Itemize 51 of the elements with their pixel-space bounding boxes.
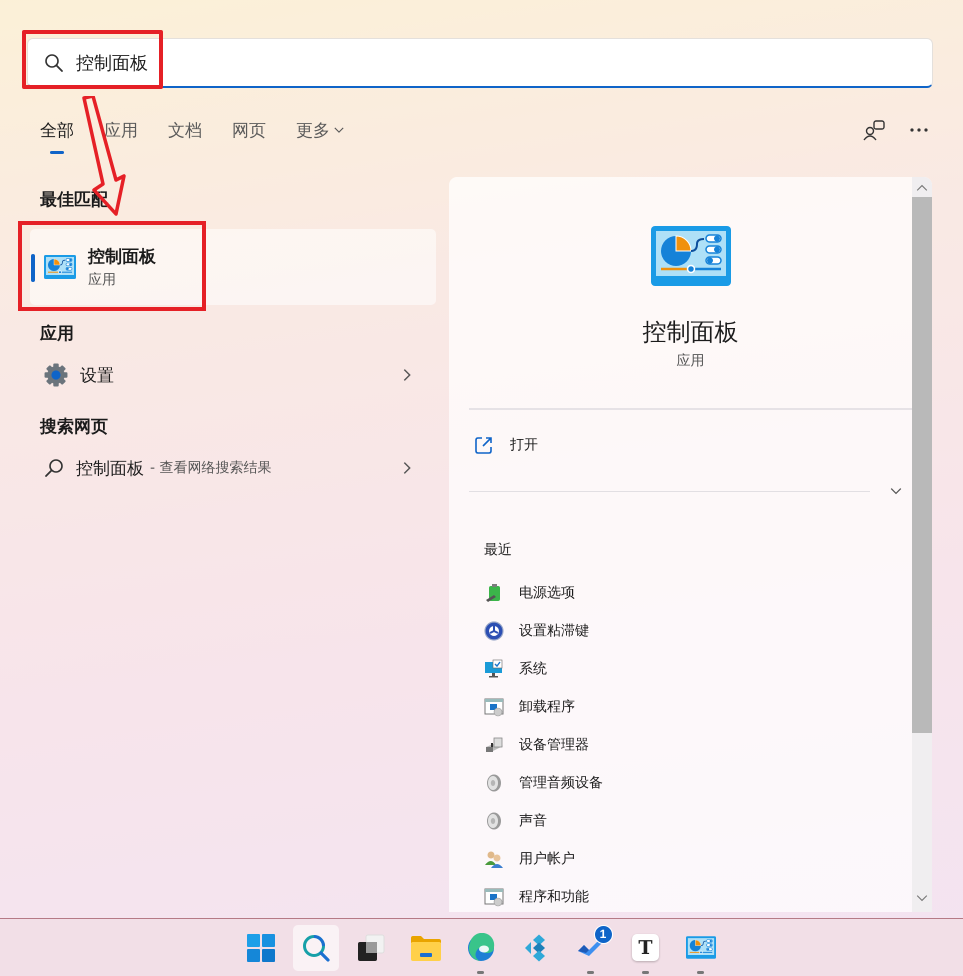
filter-tab[interactable]: 全部 (40, 108, 74, 152)
filter-tab[interactable]: 网页 (232, 108, 266, 152)
recent-item[interactable]: 程序和功能 (449, 878, 912, 912)
settings-icon (44, 363, 68, 387)
result-type: 应用 (88, 271, 117, 289)
filter-tab[interactable]: 文档 (168, 108, 202, 152)
speaker-icon (484, 811, 504, 831)
open-action[interactable]: 打开 (475, 425, 912, 465)
search-icon (300, 932, 330, 962)
open-external-icon (475, 436, 493, 454)
speaker-icon (484, 773, 504, 793)
control-panel-icon (44, 255, 76, 279)
monitor-icon (484, 659, 504, 679)
recent-item[interactable]: 设备管理器 (449, 726, 912, 764)
recent-item[interactable]: 设置粘滞键 (449, 612, 912, 650)
accessibility-icon (484, 621, 504, 641)
taskbar-button[interactable]: T (622, 924, 668, 970)
program-window-icon (484, 887, 504, 907)
recent-item[interactable]: 管理音频设备 (449, 764, 912, 802)
windows-logo-icon (246, 932, 276, 962)
search-field[interactable]: 控制面板 (27, 38, 933, 88)
program-window-icon (484, 697, 504, 717)
app-type: 应用 (676, 352, 704, 371)
browser-wave-icon (466, 932, 496, 962)
search-icon (44, 52, 64, 72)
recent-item[interactable]: 系统 (449, 650, 912, 688)
selection-indicator (31, 254, 35, 282)
section-heading: 应用 (38, 323, 75, 346)
web-search-result[interactable]: 控制面板 - 查看网络搜索结果 (30, 446, 436, 490)
recent-item[interactable]: 用户帐户 (449, 840, 912, 878)
filter-tab[interactable]: 应用 (104, 108, 138, 152)
section-heading: 搜索网页 (38, 416, 109, 439)
best-match-result[interactable]: 控制面板 应用 (30, 229, 436, 305)
recent-item[interactable]: 卸载程序 (449, 688, 912, 726)
filter-tab[interactable]: 更多 (296, 108, 346, 152)
taskbar-button[interactable]: 1 (568, 924, 614, 970)
recent-item[interactable]: 电源选项 (449, 574, 912, 612)
control-panel-icon (650, 226, 730, 286)
section-heading: 最近 (484, 541, 513, 560)
text-editor-icon: T (632, 934, 659, 961)
notification-badge: 1 (594, 924, 612, 944)
scrollbar[interactable] (912, 177, 932, 912)
search-icon (44, 458, 64, 478)
task-view-icon (356, 932, 386, 962)
recent-item[interactable]: 声音 (449, 802, 912, 840)
result-title: 控制面板 (88, 246, 156, 268)
app-result[interactable]: 设置 (30, 353, 436, 397)
app-title: 控制面板 (642, 317, 738, 348)
users-icon (484, 849, 504, 869)
control-panel-icon (686, 936, 716, 959)
computer-device-icon (484, 735, 504, 755)
